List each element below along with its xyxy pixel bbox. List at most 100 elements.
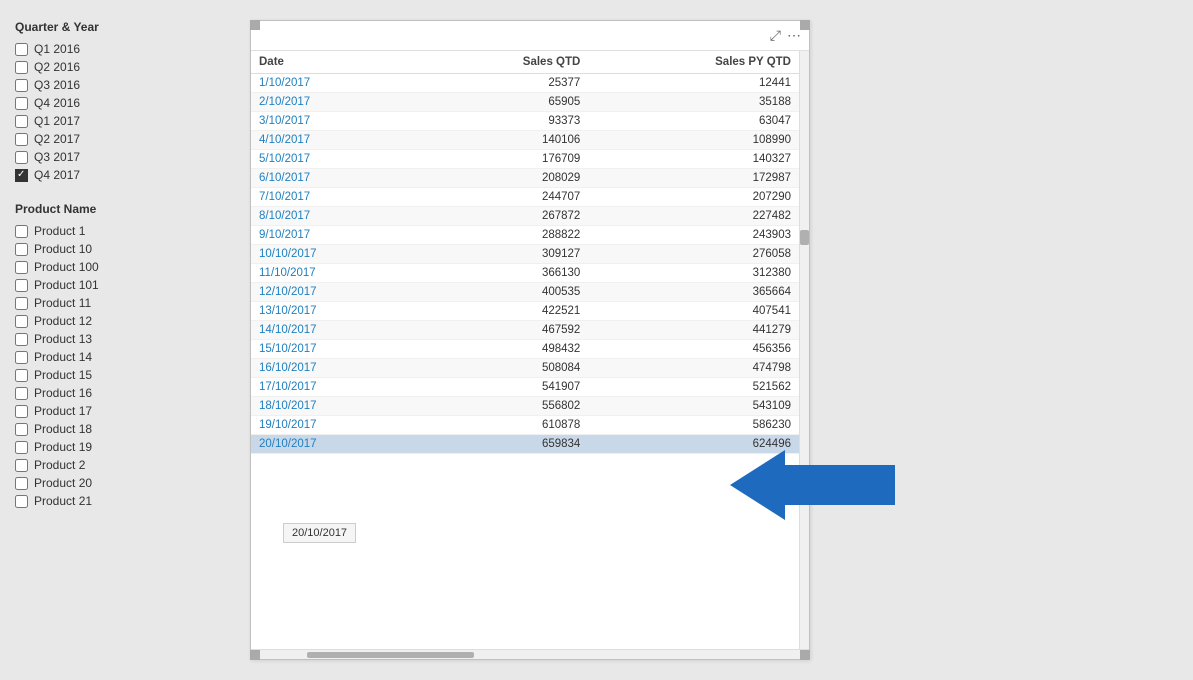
cell-sales-py-qtd: 243903 [588,226,799,245]
cell-sales-py-qtd: 12441 [588,74,799,93]
quarter-item[interactable]: Q4 2016 [15,94,230,112]
cell-date: 14/10/2017 [251,321,420,340]
cell-sales-qtd: 25377 [420,74,589,93]
quarter-item[interactable]: Q2 2016 [15,58,230,76]
table-row[interactable]: 18/10/2017556802543109 [251,397,799,416]
table-row[interactable]: 13/10/2017422521407541 [251,302,799,321]
product-item[interactable]: Product 2 [15,456,230,474]
quarter-item[interactable]: Q1 2016 [15,40,230,58]
vertical-scrollbar[interactable] [799,51,809,649]
product-name-title: Product Name [15,202,230,216]
expand-icon[interactable]: ⤢ [770,27,781,44]
cell-date: 12/10/2017 [251,283,420,302]
cell-sales-py-qtd: 108990 [588,131,799,150]
table-row[interactable]: 19/10/2017610878586230 [251,416,799,435]
cell-sales-py-qtd: 172987 [588,169,799,188]
cell-date: 18/10/2017 [251,397,420,416]
table-row[interactable]: 2/10/20176590535188 [251,93,799,112]
product-item[interactable]: Product 21 [15,492,230,510]
table-row[interactable]: 9/10/2017288822243903 [251,226,799,245]
table-row[interactable]: 17/10/2017541907521562 [251,378,799,397]
arrow-container [730,450,895,520]
table-row[interactable]: 1/10/20172537712441 [251,74,799,93]
cell-date: 5/10/2017 [251,150,420,169]
left-panel: Quarter & Year Q1 2016Q2 2016Q3 2016Q4 2… [10,10,240,670]
table-row[interactable]: 4/10/2017140106108990 [251,131,799,150]
quarter-item[interactable]: Q3 2016 [15,76,230,94]
cell-sales-py-qtd: 586230 [588,416,799,435]
product-item[interactable]: Product 11 [15,294,230,312]
cell-date: 3/10/2017 [251,112,420,131]
product-item[interactable]: Product 14 [15,348,230,366]
quarter-filter-list: Q1 2016Q2 2016Q3 2016Q4 2016Q1 2017Q2 20… [15,40,230,184]
scrollbar-thumb[interactable] [800,230,809,245]
quarter-item[interactable]: Q3 2017 [15,148,230,166]
quarter-item[interactable]: Q2 2017 [15,130,230,148]
cell-sales-py-qtd: 474798 [588,359,799,378]
product-item[interactable]: Product 10 [15,240,230,258]
cell-sales-py-qtd: 227482 [588,207,799,226]
h-scrollbar-thumb[interactable] [307,652,474,658]
cell-sales-py-qtd: 35188 [588,93,799,112]
cell-sales-py-qtd: 207290 [588,188,799,207]
cell-sales-qtd: 366130 [420,264,589,283]
product-item[interactable]: Product 17 [15,402,230,420]
product-item[interactable]: Product 19 [15,438,230,456]
cell-sales-qtd: 508084 [420,359,589,378]
product-item[interactable]: Product 12 [15,312,230,330]
cell-sales-qtd: 267872 [420,207,589,226]
table-row[interactable]: 20/10/2017659834624496 [251,435,799,454]
cell-date: 11/10/2017 [251,264,420,283]
cell-sales-qtd: 288822 [420,226,589,245]
cell-sales-qtd: 422521 [420,302,589,321]
product-item[interactable]: Product 101 [15,276,230,294]
table-row[interactable]: 5/10/2017176709140327 [251,150,799,169]
cell-sales-py-qtd: 521562 [588,378,799,397]
table-row[interactable]: 11/10/2017366130312380 [251,264,799,283]
resize-handle-bl[interactable] [250,650,260,660]
horizontal-scrollbar[interactable] [251,649,809,659]
table-scroll-area[interactable]: Date Sales QTD Sales PY QTD 1/10/2017253… [251,51,809,649]
cell-date: 20/10/2017 [251,435,420,454]
cell-sales-qtd: 244707 [420,188,589,207]
cell-sales-qtd: 400535 [420,283,589,302]
blue-arrow [730,450,895,520]
product-item[interactable]: Product 13 [15,330,230,348]
cell-sales-py-qtd: 456356 [588,340,799,359]
resize-handle-tr[interactable] [800,20,810,30]
resize-handle-tl[interactable] [250,20,260,30]
cell-sales-py-qtd: 407541 [588,302,799,321]
table-row[interactable]: 16/10/2017508084474798 [251,359,799,378]
product-item[interactable]: Product 15 [15,366,230,384]
cell-sales-qtd: 498432 [420,340,589,359]
table-row[interactable]: 3/10/20179337363047 [251,112,799,131]
table-row[interactable]: 12/10/2017400535365664 [251,283,799,302]
product-item[interactable]: Product 100 [15,258,230,276]
quarter-item[interactable]: Q1 2017 [15,112,230,130]
cell-date: 15/10/2017 [251,340,420,359]
product-item[interactable]: Product 1 [15,222,230,240]
cell-date: 7/10/2017 [251,188,420,207]
table-top-bar: ⤢ ⋯ [251,21,809,51]
menu-icon[interactable]: ⋯ [787,27,801,44]
product-item[interactable]: Product 20 [15,474,230,492]
table-row[interactable]: 8/10/2017267872227482 [251,207,799,226]
cell-date: 13/10/2017 [251,302,420,321]
quarter-item[interactable]: Q4 2017 [15,166,230,184]
cell-date: 9/10/2017 [251,226,420,245]
product-item[interactable]: Product 16 [15,384,230,402]
cell-sales-qtd: 610878 [420,416,589,435]
table-row[interactable]: 6/10/2017208029172987 [251,169,799,188]
cell-date: 4/10/2017 [251,131,420,150]
product-item[interactable]: Product 18 [15,420,230,438]
table-row[interactable]: 10/10/2017309127276058 [251,245,799,264]
table-row[interactable]: 15/10/2017498432456356 [251,340,799,359]
cell-sales-py-qtd: 140327 [588,150,799,169]
cell-sales-qtd: 556802 [420,397,589,416]
cell-date: 19/10/2017 [251,416,420,435]
table-row[interactable]: 14/10/2017467592441279 [251,321,799,340]
cell-sales-py-qtd: 63047 [588,112,799,131]
resize-handle-br[interactable] [800,650,810,660]
table-container: ⤢ ⋯ Date Sales QTD Sales PY QTD 1/10/201… [250,20,810,660]
table-row[interactable]: 7/10/2017244707207290 [251,188,799,207]
